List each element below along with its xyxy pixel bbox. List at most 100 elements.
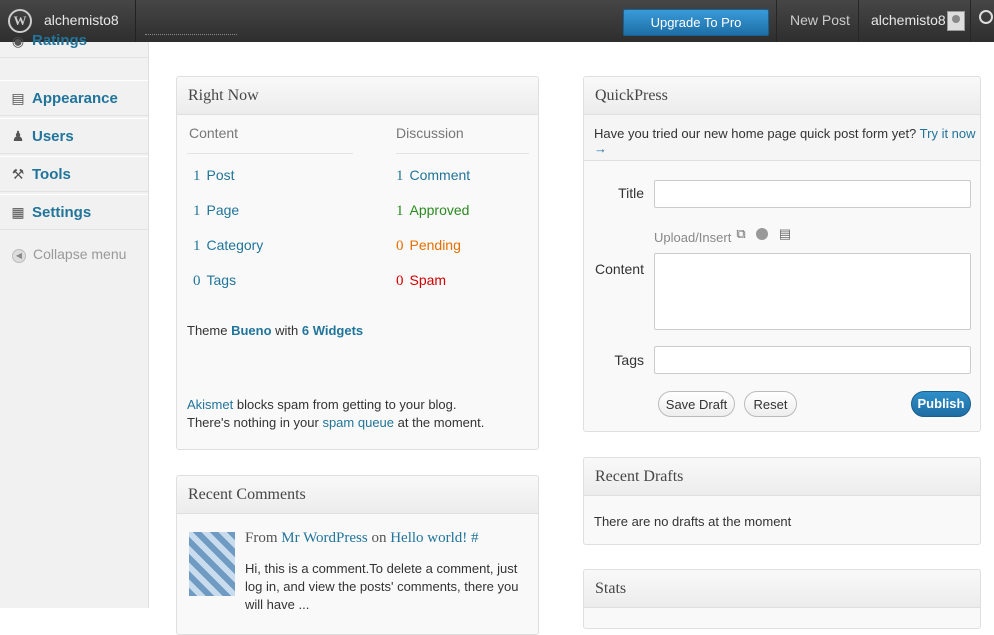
widget-title[interactable]: Recent Comments <box>177 476 538 514</box>
on-label: on <box>367 530 391 546</box>
quickpress-tip: Have you tried our new home page quick p… <box>584 115 980 161</box>
title-input[interactable] <box>654 180 971 208</box>
sidebar-item-tools[interactable]: ⚒ Tools <box>0 156 148 192</box>
discussion-column-header: Discussion <box>396 125 464 141</box>
count[interactable]: 1 <box>396 168 404 184</box>
count[interactable]: 1 <box>193 168 201 184</box>
widgets-link[interactable]: 6 Widgets <box>302 323 363 338</box>
spam-queue-link[interactable]: spam queue <box>322 415 394 430</box>
widget-title[interactable]: QuickPress <box>584 77 980 115</box>
row-label[interactable]: Spam <box>410 272 447 288</box>
sidebar-item-appearance[interactable]: ▤ Appearance <box>0 80 148 116</box>
tags-input[interactable] <box>654 346 971 374</box>
comment-meta: From Mr WordPress on Hello world! # <box>245 530 479 547</box>
sidebar-item-ratings[interactable]: ◉ Ratings <box>0 28 148 58</box>
comment-post-link[interactable]: Hello world! # <box>390 530 478 546</box>
count[interactable]: 1 <box>193 203 201 219</box>
row-label[interactable]: Page <box>207 202 240 218</box>
sidebar-item-label: Tools <box>32 166 71 183</box>
sidebar-item-settings[interactable]: ▦ Settings <box>0 194 148 230</box>
recent-comments-widget: Recent Comments From Mr WordPress on Hel… <box>176 475 539 635</box>
row-label[interactable]: Pending <box>410 237 461 253</box>
count[interactable]: 1 <box>396 203 404 219</box>
row-label[interactable]: Tags <box>207 272 237 288</box>
admin-bar-divider <box>858 0 859 42</box>
upgrade-to-pro-button[interactable]: Upgrade To Pro <box>623 9 769 36</box>
add-media-icon[interactable] <box>756 228 768 240</box>
discussion-row-spam[interactable]: 0 Spam <box>396 272 446 290</box>
tags-label: Tags <box>614 352 644 368</box>
publish-button[interactable]: Publish <box>911 391 971 417</box>
save-draft-button[interactable]: Save Draft <box>658 391 735 417</box>
content-row-pages[interactable]: 1 Page <box>193 202 239 220</box>
upload-insert-label: Upload/Insert <box>654 230 732 245</box>
count[interactable]: 0 <box>193 273 201 289</box>
reset-button[interactable]: Reset <box>744 391 797 417</box>
comment-author-link[interactable]: Mr WordPress <box>281 530 367 546</box>
divider <box>396 153 529 154</box>
count[interactable]: 0 <box>396 238 404 254</box>
commenter-avatar <box>189 532 235 596</box>
sidebar-item-label: Users <box>32 128 74 145</box>
theme-link[interactable]: Bueno <box>231 323 271 338</box>
content-row-posts[interactable]: 1 Post <box>193 167 235 185</box>
admin-bar-divider <box>776 0 777 42</box>
add-image-icon[interactable]: ⧉ <box>734 227 748 241</box>
site-name-link[interactable]: alchemisto8 <box>44 12 119 28</box>
theme-prefix: Theme <box>187 323 232 338</box>
content-row-tags[interactable]: 0 Tags <box>193 272 236 290</box>
search-icon[interactable] <box>979 10 993 24</box>
divider <box>187 153 353 154</box>
count[interactable]: 0 <box>396 273 404 289</box>
collapse-menu-button[interactable]: ◀ Collapse menu <box>0 240 148 270</box>
tools-icon: ⚒ <box>11 166 25 182</box>
sidebar-item-users[interactable]: ♟ Users <box>0 118 148 154</box>
akismet-link[interactable]: Akismet <box>187 397 233 412</box>
right-now-widget: Right Now Content Discussion 1 Post 1 Page… <box>176 76 539 450</box>
from-label: From <box>245 530 282 546</box>
collapse-menu-label: Collapse menu <box>33 246 127 262</box>
content-textarea[interactable] <box>654 253 971 330</box>
theme-mid: with <box>271 323 302 338</box>
sidebar-item-label: Appearance <box>32 90 118 107</box>
discussion-row-comments[interactable]: 1 Comment <box>396 167 470 185</box>
count[interactable]: 1 <box>193 238 201 254</box>
users-icon: ♟ <box>11 128 25 144</box>
theme-info: Theme Bueno with 6 Widgets <box>187 323 363 338</box>
content-row-categories[interactable]: 1 Category <box>193 237 263 255</box>
row-label[interactable]: Category <box>207 237 264 253</box>
tip-text: Have you tried our new home page quick p… <box>594 126 920 141</box>
comment-excerpt: Hi, this is a comment.To delete a commen… <box>245 561 519 612</box>
admin-sidebar: ◉ Ratings ▤ Appearance ♟ Users ⚒ Tools ▦… <box>0 32 149 608</box>
add-gallery-icon[interactable]: ▤ <box>778 227 792 241</box>
akismet-text: at the moment. <box>394 415 485 430</box>
title-label: Title <box>618 185 644 201</box>
admin-bar: W alchemisto8 Upgrade To Pro New Post al… <box>0 0 994 42</box>
row-label[interactable]: Comment <box>410 167 471 183</box>
content-label: Content <box>594 261 644 277</box>
new-post-link[interactable]: New Post <box>790 12 850 28</box>
widget-title[interactable]: Recent Drafts <box>584 458 980 496</box>
akismet-info: Akismet blocks spam from getting to your… <box>187 396 484 432</box>
settings-icon: ▦ <box>11 204 25 220</box>
user-account-link[interactable]: alchemisto8 <box>871 12 946 28</box>
akismet-text: blocks spam from getting to your blog. <box>233 397 457 412</box>
akismet-text: There's nothing in your <box>187 415 323 430</box>
avatar[interactable] <box>947 11 965 31</box>
discussion-row-approved[interactable]: 1 Approved <box>396 202 469 220</box>
row-label[interactable]: Post <box>207 167 235 183</box>
ratings-icon: ◉ <box>11 33 25 49</box>
quickpress-widget: QuickPress Have you tried our new home p… <box>583 76 981 432</box>
collapse-arrow-icon: ◀ <box>12 249 26 263</box>
admin-bar-dotted-line <box>145 34 237 35</box>
sidebar-item-label: Settings <box>32 204 92 221</box>
widget-title[interactable]: Right Now <box>177 77 538 115</box>
content-column-header: Content <box>189 125 239 141</box>
discussion-row-pending[interactable]: 0 Pending <box>396 237 461 255</box>
no-drafts-message: There are no drafts at the moment <box>594 514 792 529</box>
recent-drafts-widget: Recent Drafts There are no drafts at the… <box>583 457 981 545</box>
row-label[interactable]: Approved <box>410 202 470 218</box>
widget-title[interactable]: Stats <box>584 570 980 608</box>
sidebar-item-label: Ratings <box>32 32 88 49</box>
appearance-icon: ▤ <box>11 90 25 106</box>
